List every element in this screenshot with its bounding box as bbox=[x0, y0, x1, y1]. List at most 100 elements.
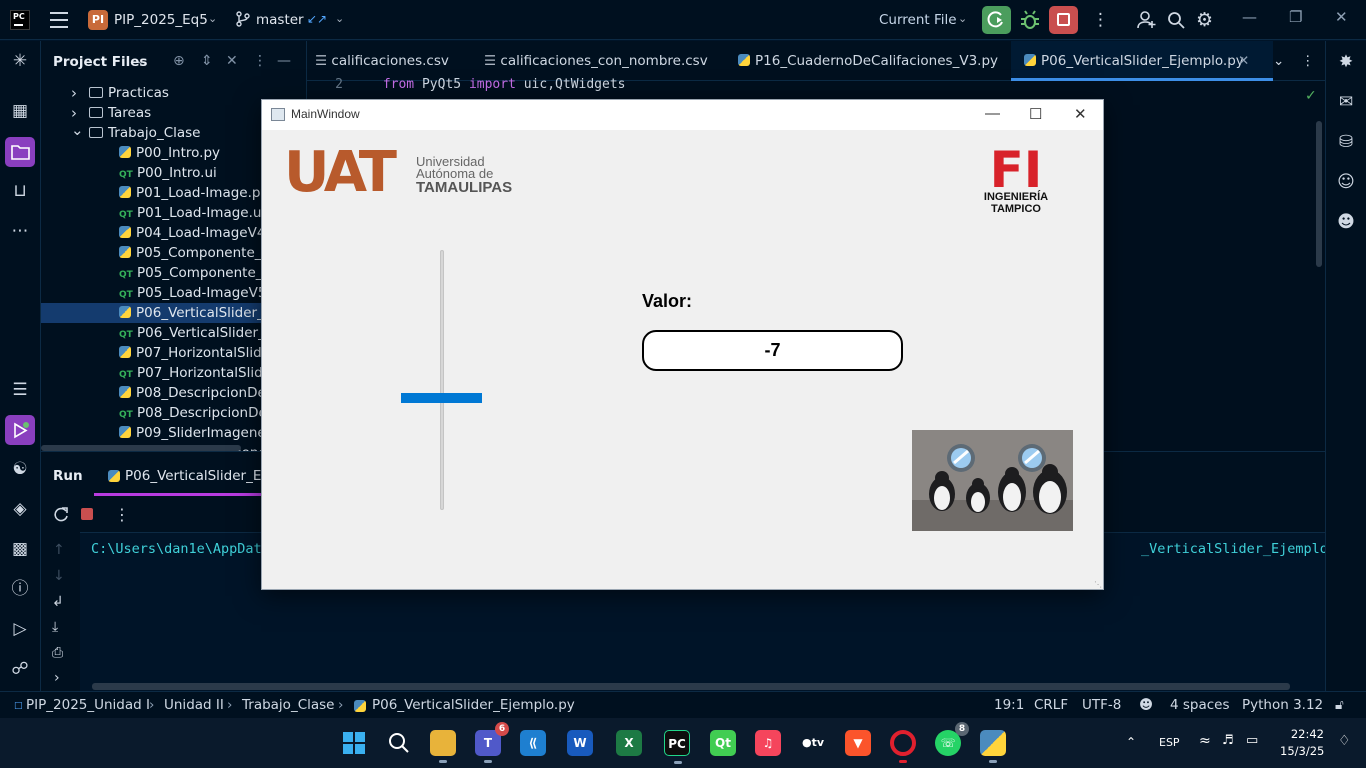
breadcrumb-folder[interactable]: Trabajo_Clase bbox=[242, 697, 334, 713]
vertical-slider-handle[interactable] bbox=[401, 392, 482, 403]
run-tool-button[interactable] bbox=[5, 415, 35, 445]
clock-date[interactable]: 15/3/25 bbox=[1280, 744, 1324, 758]
services-icon[interactable]: ▷ bbox=[9, 618, 31, 640]
scroll-to-end-icon[interactable]: ⤓ bbox=[52, 619, 58, 635]
gear-icon[interactable]: ⚙ bbox=[1196, 9, 1213, 31]
git-commit-icon[interactable]: ✳ bbox=[9, 50, 31, 72]
lock-icon[interactable]: 🔓︎ bbox=[1335, 697, 1344, 713]
battery-icon[interactable]: ▭ bbox=[1246, 733, 1258, 748]
tab-calificaciones-csv[interactable]: ☰ calificaciones.csv bbox=[315, 53, 449, 69]
branch-name[interactable]: master bbox=[256, 12, 304, 28]
run-tab[interactable]: Run bbox=[53, 468, 83, 484]
more-options-icon[interactable]: ⋮ bbox=[114, 505, 130, 524]
close-icon[interactable]: ✕ bbox=[1335, 8, 1348, 26]
commit-icon[interactable]: ⊔ bbox=[9, 180, 31, 202]
vertical-slider-track[interactable] bbox=[440, 250, 444, 510]
cursor-position[interactable]: 19:1 bbox=[994, 697, 1024, 713]
close-icon[interactable]: ✕ bbox=[1074, 105, 1087, 123]
main-menu-icon[interactable] bbox=[50, 12, 68, 28]
hide-panel-icon[interactable]: — bbox=[277, 53, 291, 69]
resize-grip-icon[interactable]: ⋱ bbox=[1094, 580, 1102, 589]
notification-bell-icon[interactable]: ♢ bbox=[1338, 733, 1351, 749]
scroll-down-icon[interactable]: ↓ bbox=[53, 568, 65, 584]
close-tab-icon[interactable]: ✕ bbox=[1238, 53, 1249, 69]
database-icon[interactable]: ⛁ bbox=[1335, 131, 1357, 153]
project-panel-title[interactable]: Project Files bbox=[53, 54, 147, 70]
minimize-icon[interactable]: — bbox=[1242, 8, 1257, 26]
teams-icon[interactable]: T6 bbox=[475, 722, 509, 763]
tab-p06-vertical-slider[interactable]: P06_VerticalSlider_Ejemplo.py bbox=[1024, 53, 1244, 69]
debug-icon[interactable] bbox=[1020, 9, 1040, 35]
ai-assistant-icon[interactable]: ✸ bbox=[1335, 51, 1357, 73]
language-indicator[interactable]: ESP bbox=[1159, 736, 1180, 749]
excel-icon[interactable]: X bbox=[616, 730, 642, 756]
expand-icon[interactable]: › bbox=[54, 670, 60, 686]
inspections-icon[interactable]: ☻ bbox=[1139, 697, 1153, 713]
locate-icon[interactable]: ⊕ bbox=[173, 53, 185, 69]
clock-time[interactable]: 22:42 bbox=[1280, 727, 1324, 741]
chevron-down-icon[interactable]: ⌄ bbox=[71, 121, 84, 139]
terminal-icon[interactable]: ▩ bbox=[9, 538, 31, 560]
brave-icon[interactable]: ▼ bbox=[845, 730, 871, 756]
breadcrumb-project[interactable]: PIP_2025_Unidad I bbox=[26, 697, 150, 713]
git-icon[interactable]: ☍ bbox=[9, 658, 31, 680]
vertical-scrollbar[interactable] bbox=[1316, 121, 1322, 267]
python-packages-icon[interactable]: ◈ bbox=[9, 498, 31, 520]
collapse-all-icon[interactable]: ✕ bbox=[226, 53, 238, 69]
notifications-icon[interactable]: ✉ bbox=[1335, 91, 1357, 113]
windows-start-icon[interactable] bbox=[341, 730, 367, 756]
soft-wrap-icon[interactable]: ↲ bbox=[52, 594, 64, 610]
tabs-dropdown-icon[interactable]: ⌄ bbox=[1273, 53, 1284, 69]
run-config-selector[interactable]: Current File bbox=[879, 12, 957, 28]
apple-music-icon[interactable]: ♫ bbox=[755, 730, 781, 756]
tab-options-icon[interactable]: ⋮ bbox=[1301, 53, 1315, 69]
copilot-icon[interactable]: ☺ bbox=[1335, 171, 1357, 193]
chevron-right-icon[interactable]: › bbox=[71, 104, 77, 122]
vscode-icon[interactable]: ⟪ bbox=[520, 730, 546, 756]
show-hidden-icons-icon[interactable]: ⌃ bbox=[1126, 735, 1136, 749]
main-window-titlebar[interactable]: MainWindow — ☐ ✕ bbox=[262, 100, 1103, 130]
expand-all-icon[interactable]: ⇕ bbox=[201, 53, 213, 69]
tab-calificaciones-con-nombre[interactable]: ☰ calificaciones_con_nombre.csv bbox=[484, 53, 708, 69]
chevron-down-icon[interactable]: ⌄ bbox=[136, 54, 145, 67]
stop-button[interactable] bbox=[1049, 6, 1078, 34]
problems-icon[interactable]: ⓘ bbox=[9, 578, 31, 600]
file-encoding[interactable]: UTF-8 bbox=[1082, 697, 1121, 713]
options-icon[interactable]: ⋮ bbox=[253, 53, 267, 69]
rerun-button[interactable] bbox=[982, 6, 1011, 34]
print-icon[interactable]: ⎙ bbox=[52, 645, 63, 661]
copilot-chat-icon[interactable]: ☻ bbox=[1335, 211, 1357, 233]
pycharm-taskbar-icon[interactable]: PC bbox=[664, 730, 690, 764]
apple-tv-icon[interactable]: ●tv bbox=[800, 730, 826, 756]
breadcrumb-file[interactable]: P06_VerticalSlider_Ejemplo.py bbox=[372, 697, 575, 713]
wifi-icon[interactable]: ≈ bbox=[1199, 733, 1211, 749]
volume-icon[interactable]: ♬ bbox=[1222, 733, 1234, 748]
breadcrumb-unidad[interactable]: Unidad II bbox=[164, 697, 224, 713]
file-explorer-icon[interactable] bbox=[430, 730, 456, 763]
word-icon[interactable]: W bbox=[567, 730, 593, 756]
chevron-right-icon[interactable]: › bbox=[71, 84, 77, 102]
python-app-icon[interactable] bbox=[980, 730, 1006, 763]
todo-list-icon[interactable]: ☰ bbox=[9, 379, 31, 401]
more-tools-icon[interactable]: ⋯ bbox=[9, 220, 31, 242]
line-separator[interactable]: CRLF bbox=[1034, 697, 1068, 713]
maximize-icon[interactable]: ☐ bbox=[1029, 105, 1042, 123]
more-actions-icon[interactable]: ⋮ bbox=[1092, 10, 1109, 30]
search-icon[interactable] bbox=[386, 730, 412, 756]
rerun-icon[interactable] bbox=[53, 506, 69, 526]
search-icon[interactable] bbox=[1167, 11, 1185, 33]
chevron-down-icon[interactable]: ⌄ bbox=[208, 12, 217, 25]
opera-icon[interactable] bbox=[890, 730, 916, 763]
structure-icon[interactable]: ▦ bbox=[9, 100, 31, 122]
qt-designer-icon[interactable]: Qt bbox=[710, 730, 736, 756]
indent-setting[interactable]: 4 spaces bbox=[1170, 697, 1230, 713]
console-scrollbar[interactable] bbox=[92, 683, 1290, 690]
tab-p16-cuaderno[interactable]: P16_CuadernoDeCalifaciones_V3.py bbox=[738, 53, 998, 69]
code-line[interactable]: 2 from PyQt5 import uic,QtWidgets bbox=[307, 77, 1325, 92]
project-tool-button[interactable] bbox=[5, 137, 35, 167]
scroll-up-icon[interactable]: ↑ bbox=[53, 542, 65, 558]
python-console-icon[interactable]: ☯ bbox=[9, 458, 31, 480]
whatsapp-icon[interactable]: ☏ 8 bbox=[935, 722, 969, 756]
minimize-icon[interactable]: — bbox=[985, 105, 1000, 122]
chevron-down-icon[interactable]: ⌄ bbox=[958, 12, 967, 25]
